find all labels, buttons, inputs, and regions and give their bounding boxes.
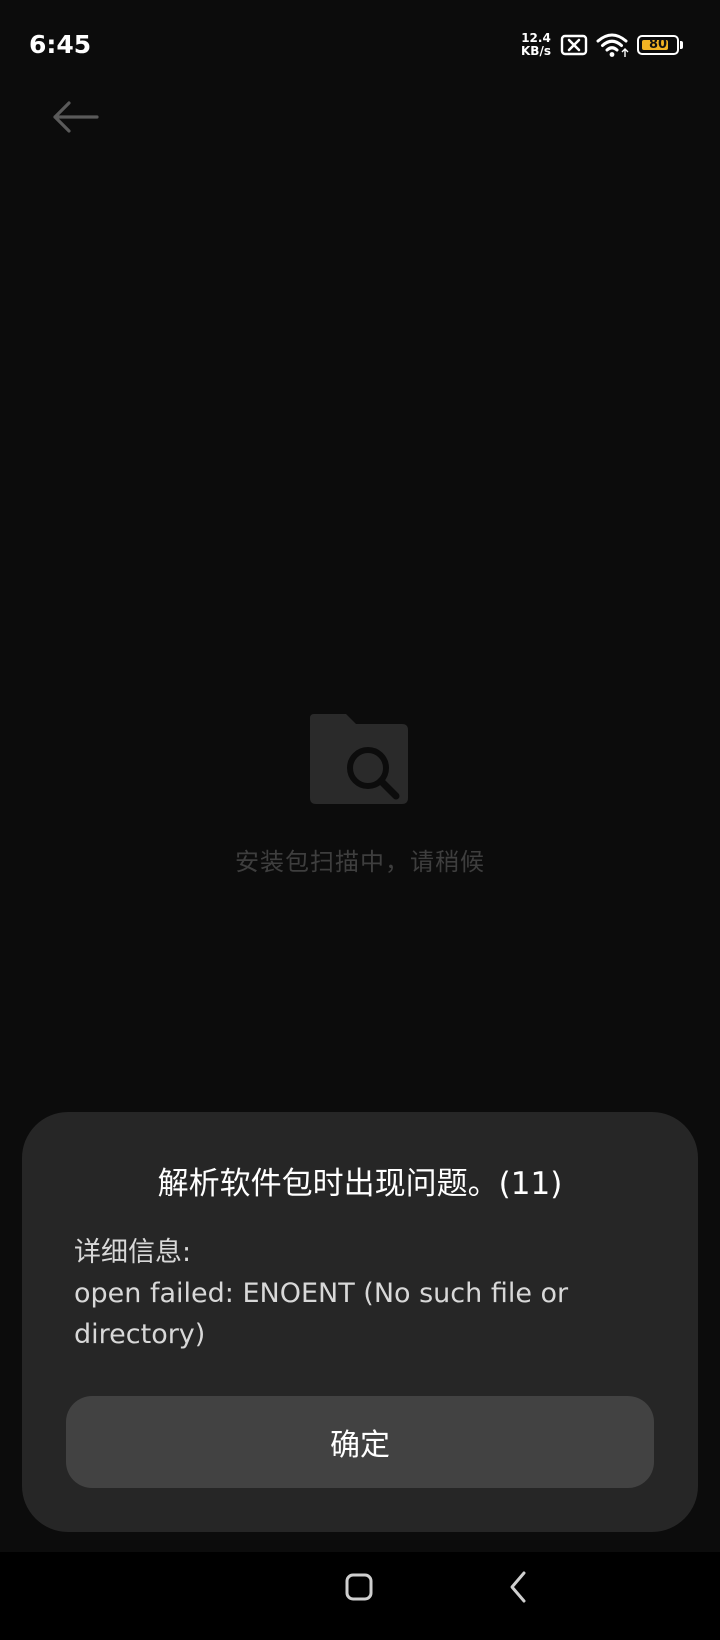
battery-icon: 80 <box>637 35 683 55</box>
back-button[interactable] <box>42 90 108 144</box>
back-arrow-icon <box>53 101 99 133</box>
dialog-body: 详细信息: open failed: ENOENT (No such file … <box>74 1232 654 1355</box>
battery-level: 80 <box>648 37 668 52</box>
detail-label: 详细信息: <box>74 1237 192 1268</box>
navigation-bar <box>0 1552 720 1640</box>
dialog-title: 解析软件包时出现问题。(11) <box>157 1166 563 1202</box>
screen: 6:45 12.4 KB/s 80 安装包扫描中，请稍候 解析软件包时出现问题。… <box>0 0 720 1640</box>
folder-search-icon <box>310 714 408 804</box>
network-speed: 12.4 KB/s <box>518 32 554 58</box>
wifi-icon <box>596 33 629 57</box>
empty-state: 安装包扫描中，请稍候 <box>0 712 720 877</box>
nav-back-icon[interactable] <box>504 1569 534 1605</box>
network-speed-unit: KB/s <box>521 44 551 58</box>
home-square-icon[interactable] <box>344 1572 374 1602</box>
detail-message: open failed: ENOENT (No such file or dir… <box>74 1278 569 1350</box>
status-time: 6:45 <box>29 30 92 59</box>
scanning-message: 安装包扫描中，请稍候 <box>235 848 485 876</box>
confirm-button[interactable]: 确定 <box>66 1396 654 1488</box>
status-bar: 6:45 12.4 KB/s 80 <box>0 0 720 90</box>
error-dialog: 解析软件包时出现问题。(11) 详细信息: open failed: ENOEN… <box>22 1112 698 1532</box>
no-sim-icon <box>560 34 588 56</box>
